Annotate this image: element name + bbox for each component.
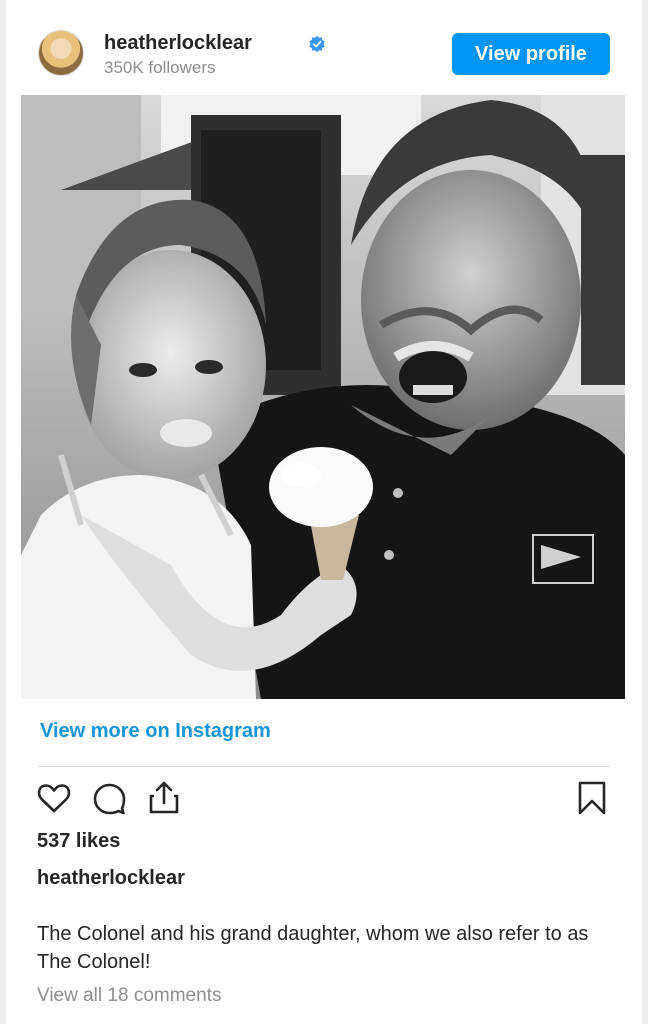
- post-photo[interactable]: [21, 95, 625, 699]
- action-bar: [36, 780, 610, 820]
- like-count[interactable]: 537 likes: [37, 830, 120, 853]
- divider: [38, 766, 610, 767]
- right-page-edge: [642, 0, 648, 1024]
- heart-icon[interactable]: [36, 780, 72, 816]
- view-comments-link[interactable]: View all 18 comments: [37, 985, 221, 1007]
- left-page-edge: [0, 0, 6, 1024]
- follower-count: 350K followers: [104, 58, 216, 77]
- photo-illustration: [21, 95, 625, 699]
- view-profile-button[interactable]: View profile: [452, 33, 610, 75]
- post-owner-username[interactable]: heatherlocklear: [37, 867, 185, 890]
- bookmark-icon[interactable]: [574, 780, 610, 816]
- avatar[interactable]: [38, 30, 84, 76]
- comment-icon[interactable]: [91, 780, 127, 816]
- verified-badge-icon: [309, 35, 325, 53]
- view-more-link[interactable]: View more on Instagram: [40, 720, 271, 743]
- post-header: heatherlocklear 350K followers View prof…: [38, 30, 610, 78]
- post-caption: The Colonel and his grand daughter, whom…: [37, 923, 589, 973]
- instagram-embed: heatherlocklear 350K followers View prof…: [0, 0, 648, 1024]
- username[interactable]: heatherlocklear: [104, 32, 252, 55]
- share-icon[interactable]: [146, 780, 182, 816]
